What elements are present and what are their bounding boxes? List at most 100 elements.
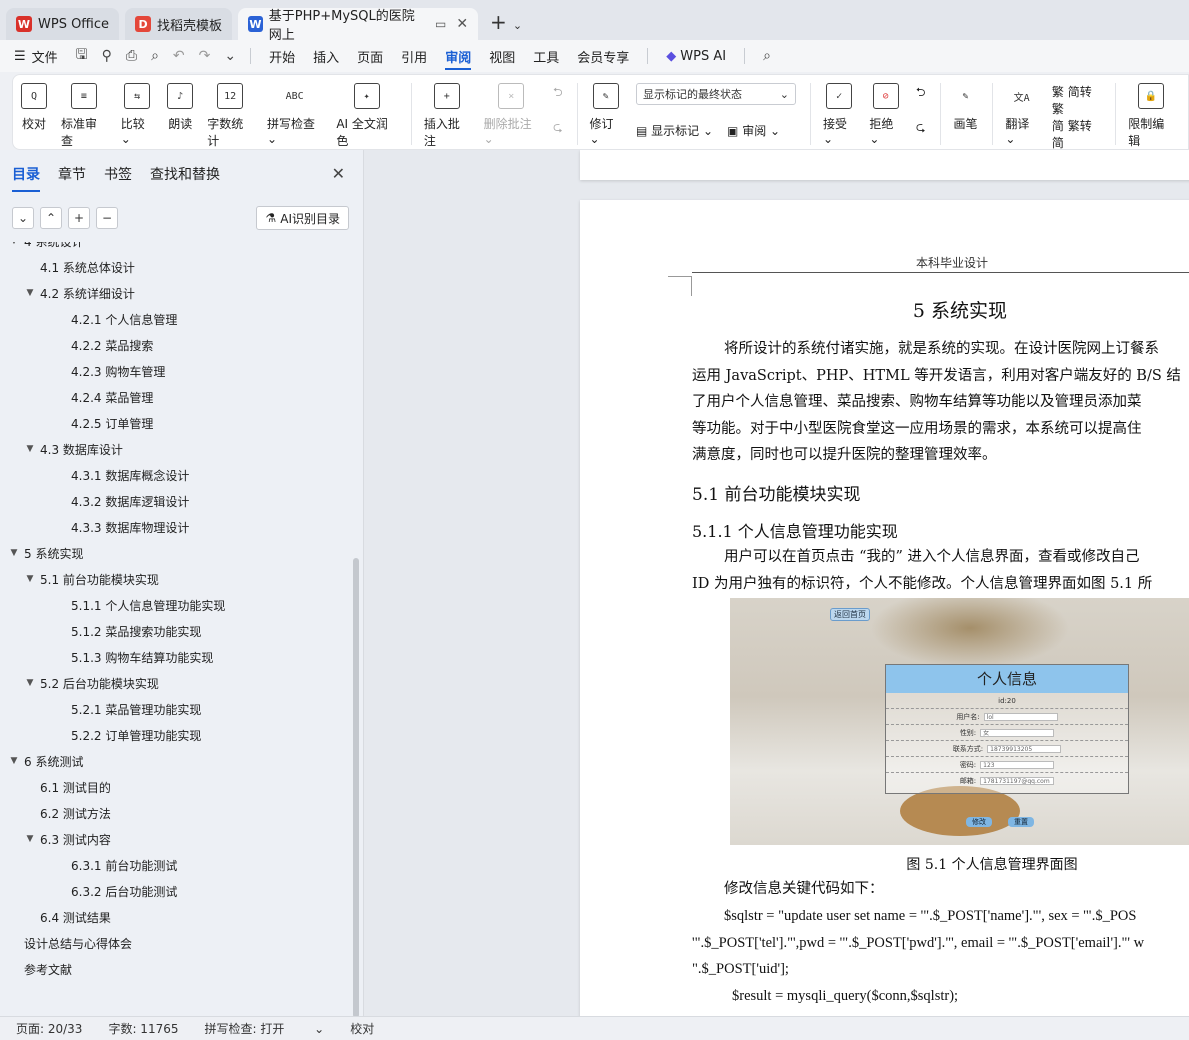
to-simplified-button[interactable]: 简 繁转简	[1052, 117, 1101, 149]
remove-icon[interactable]: −	[96, 207, 118, 229]
toc-item[interactable]: 4.3.1 数据库概念设计	[0, 462, 354, 488]
undo-icon[interactable]: ↶	[173, 48, 185, 64]
toc-item[interactable]: 5.1.3 购物车结算功能实现	[0, 644, 354, 670]
review-pane-button[interactable]: ▣ 审阅 ⌄	[727, 122, 780, 139]
next-comment-icon[interactable]: ⮎	[553, 118, 563, 139]
toc-item[interactable]: ▼ 5.1 前台功能模块实现	[0, 566, 354, 592]
print-icon[interactable]: ⎙	[126, 48, 137, 64]
menu-tools[interactable]: 工具	[533, 40, 559, 72]
toc-toggle-icon[interactable]: ▼	[24, 834, 36, 844]
print-preview-icon[interactable]: ⌕	[151, 48, 159, 64]
toc-item[interactable]: 4.2.2 菜品搜索	[0, 332, 354, 358]
chevron-down-icon[interactable]: ⌄	[513, 19, 522, 32]
menu-start[interactable]: 开始	[269, 40, 295, 72]
toc-item[interactable]: ▼ 4.3 数据库设计	[0, 436, 354, 462]
toc-item[interactable]: 4.2.4 菜品管理	[0, 384, 354, 410]
tab-bookmarks[interactable]: 书签	[104, 164, 132, 184]
reject-button[interactable]: ⊘ 拒绝⌄	[869, 83, 901, 146]
toc-item[interactable]: 5.2.2 订单管理功能实现	[0, 722, 354, 748]
display-state-select[interactable]: 显示标记的最终状态 ⌄	[635, 83, 796, 105]
document-page[interactable]: 本科毕业设计 5 系统实现 将所设计的系统付诸实施，就是系统的实现。在设计医院网…	[580, 200, 1189, 1016]
toc-item[interactable]: ▼ 5 系统实现	[0, 540, 354, 566]
toc-item[interactable]: ▼ 5.2 后台功能模块实现	[0, 670, 354, 696]
menu-view[interactable]: 视图	[489, 40, 515, 72]
read-aloud-button[interactable]: ♪ 朗读	[167, 83, 194, 132]
insert-comment-button[interactable]: + 插入批注	[424, 83, 470, 149]
page-indicator[interactable]: 页面: 20/33	[16, 1020, 82, 1037]
word-count-button[interactable]: 12 字数统计	[207, 83, 253, 149]
toc-toggle-icon[interactable]: ▼	[24, 444, 36, 454]
tab-wps-office[interactable]: W WPS Office	[6, 8, 120, 40]
toc-item[interactable]: 4.3.2 数据库逻辑设计	[0, 488, 354, 514]
toc-toggle-icon[interactable]: ▼	[24, 288, 36, 298]
to-traditional-button[interactable]: 繁 简转繁	[1052, 83, 1101, 117]
expand-icon[interactable]: ⌄	[12, 207, 34, 229]
ai-polish-button[interactable]: ✦ AI 全文润色	[336, 83, 397, 149]
save-icon[interactable]: 🖫	[76, 44, 88, 68]
proof-status[interactable]: 校对	[350, 1020, 374, 1037]
previous-revision-icon[interactable]: ⮌	[916, 83, 926, 104]
toc-item[interactable]: 参考文献	[0, 956, 354, 982]
next-revision-icon[interactable]: ⮎	[916, 118, 926, 139]
toc-item[interactable]: ▼ 4.2 系统详细设计	[0, 280, 354, 306]
spell-check-button[interactable]: ABC 拼写检查⌄	[267, 83, 322, 147]
close-icon[interactable]: ✕	[332, 164, 345, 183]
standard-review-button[interactable]: ≡ 标准审查	[61, 83, 107, 149]
file-menu[interactable]: ☰ 文件	[14, 40, 58, 72]
pen-button[interactable]: ✎ 画笔	[952, 83, 978, 132]
toc-item[interactable]: 4.1 系统总体设计	[0, 254, 354, 280]
accept-button[interactable]: ✓ 接受⌄	[823, 83, 855, 146]
compare-button[interactable]: ⇆ 比较⌄	[121, 83, 153, 146]
translate-button[interactable]: 文A 翻译⌄	[1005, 83, 1037, 147]
toc-item[interactable]: 6.4 测试结果	[0, 904, 354, 930]
restrict-edit-button[interactable]: 🔒 限制编辑	[1128, 83, 1174, 149]
menu-wps-ai[interactable]: ◆ WPS AI	[666, 40, 726, 72]
toc-toggle-icon[interactable]: ▼	[24, 678, 36, 688]
redo-icon[interactable]: ↷	[199, 48, 211, 64]
toc-item[interactable]: 5.1.2 菜品搜索功能实现	[0, 618, 354, 644]
tab-document[interactable]: W 基于PHP+MySQL的医院网上 ▭ ✕	[238, 8, 479, 43]
toc-item[interactable]: 6.1 测试目的	[0, 774, 354, 800]
toc-item[interactable]: ▼ 6 系统测试	[0, 748, 354, 774]
toc-item[interactable]: 4.2.1 个人信息管理	[0, 306, 354, 332]
toc-item[interactable]: 4.2.3 购物车管理	[0, 358, 354, 384]
close-tab-icon[interactable]: ✕	[456, 16, 468, 32]
menu-member[interactable]: 会员专享	[577, 40, 629, 72]
toc-item[interactable]: 4.2.5 订单管理	[0, 410, 354, 436]
monitor-icon[interactable]: ▭	[435, 17, 446, 31]
add-icon[interactable]: +	[68, 207, 90, 229]
revise-button[interactable]: ✎ 修订⌄	[590, 83, 622, 146]
toc-toggle-icon[interactable]: ▼	[8, 756, 20, 766]
toc-item[interactable]: ▼ 4 系统设计	[0, 242, 354, 254]
menu-insert[interactable]: 插入	[313, 40, 339, 72]
toc-item[interactable]: 设计总结与心得体会	[0, 930, 354, 956]
toc-toggle-icon[interactable]: ▼	[24, 574, 36, 584]
spell-check-status[interactable]: 拼写检查: 打开 ⌄	[205, 1020, 325, 1037]
menu-page[interactable]: 页面	[357, 40, 383, 72]
toc-item[interactable]: 6.3.1 前台功能测试	[0, 852, 354, 878]
tab-template[interactable]: D 找稻壳模板	[125, 8, 233, 40]
menu-review[interactable]: 审阅	[445, 40, 472, 72]
delete-comment-button[interactable]: × 删除批注⌄	[484, 83, 539, 146]
toc-item[interactable]: 4.3.3 数据库物理设计	[0, 514, 354, 540]
link-icon[interactable]: ⚲	[102, 48, 112, 64]
toc-item[interactable]: 6.2 测试方法	[0, 800, 354, 826]
search-icon[interactable]: ⌕	[763, 48, 771, 64]
ai-toc-button[interactable]: ⚗ AI识别目录	[256, 206, 349, 230]
toc-toggle-icon[interactable]: ▼	[8, 548, 20, 558]
toc-toggle-icon[interactable]: ▼	[8, 242, 20, 246]
menu-reference[interactable]: 引用	[401, 40, 427, 72]
more-chevron-icon[interactable]: ⌄	[224, 48, 236, 64]
tab-sections[interactable]: 章节	[58, 164, 86, 184]
word-count[interactable]: 字数: 11765	[108, 1020, 178, 1037]
proofread-button[interactable]: Q 校对	[21, 83, 47, 132]
toc-item[interactable]: 5.2.1 菜品管理功能实现	[0, 696, 354, 722]
scrollbar[interactable]	[353, 558, 359, 1018]
show-markup-button[interactable]: ▤ 显示标记 ⌄	[636, 122, 713, 139]
previous-comment-icon[interactable]: ⮌	[553, 83, 563, 104]
toc-item[interactable]: ▼ 6.3 测试内容	[0, 826, 354, 852]
new-tab-button[interactable]: + ⌄	[490, 10, 522, 34]
toc-item[interactable]: 6.3.2 后台功能测试	[0, 878, 354, 904]
tab-toc[interactable]: 目录	[12, 164, 40, 192]
tab-find-replace[interactable]: 查找和替换	[150, 164, 220, 184]
